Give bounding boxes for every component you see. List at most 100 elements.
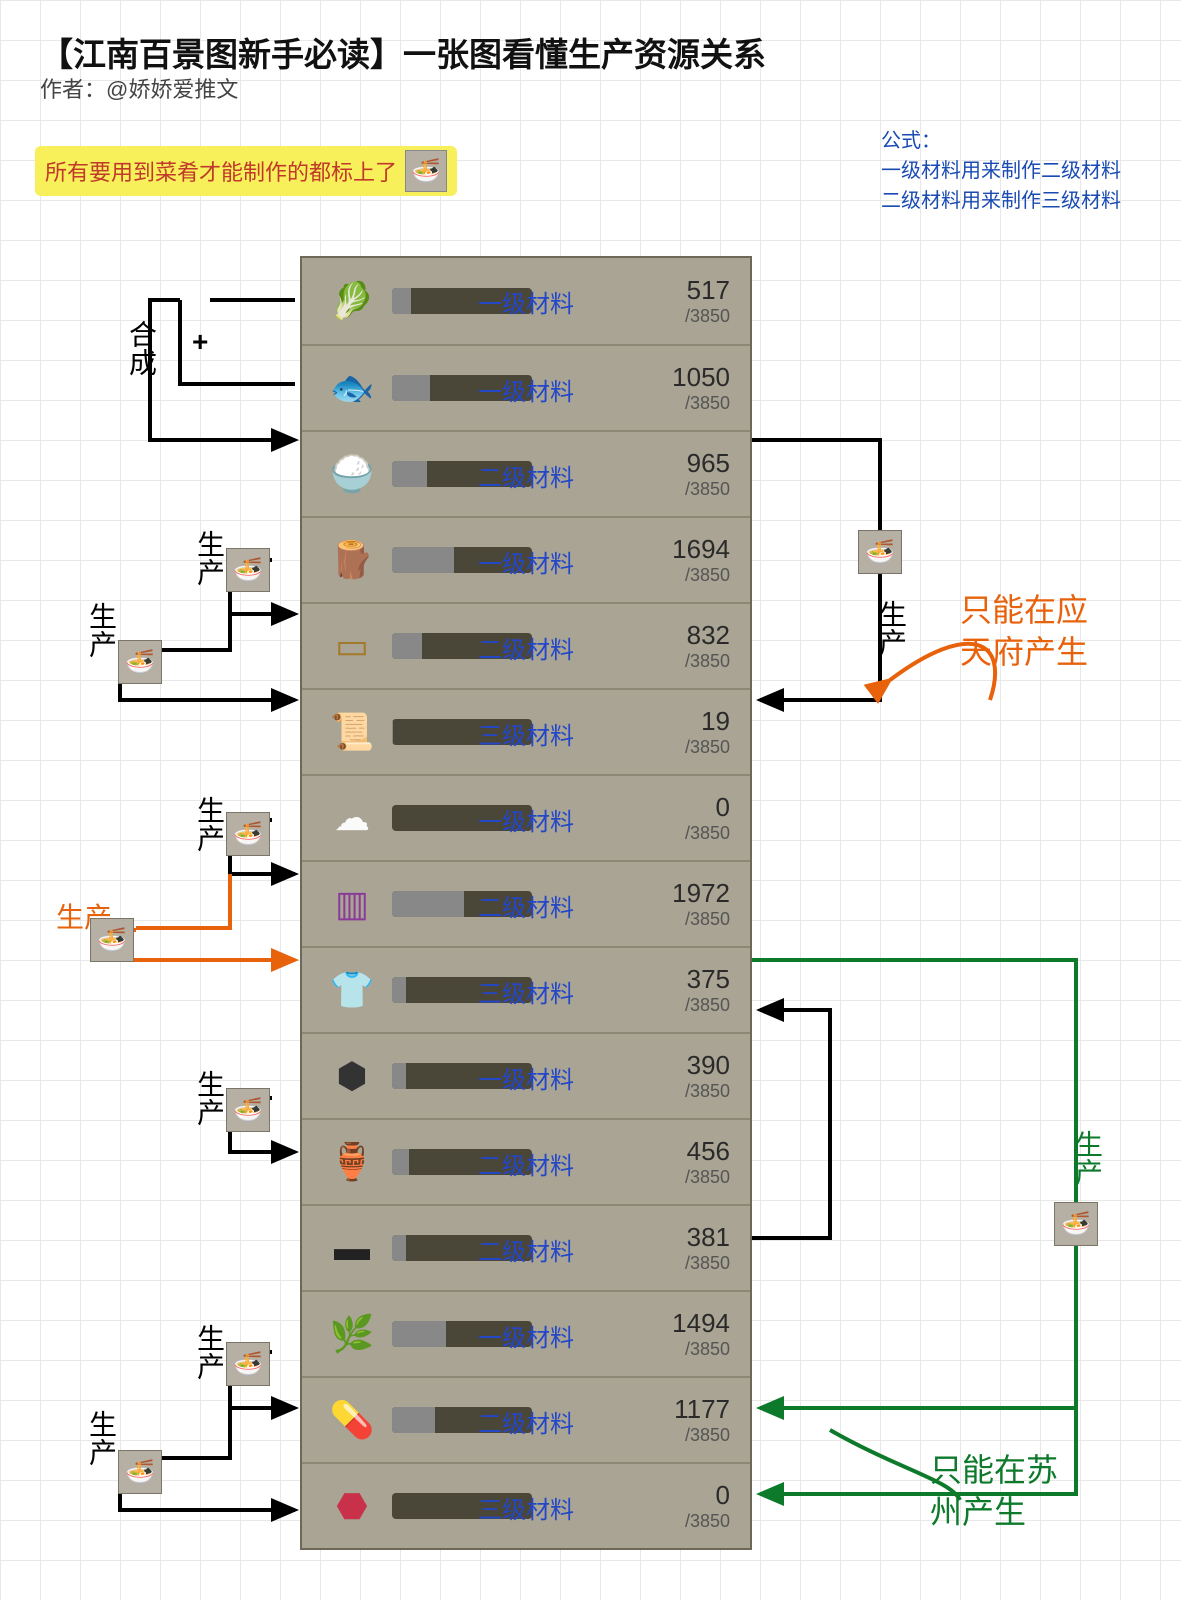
count-value: 19 xyxy=(685,706,730,737)
tier-label: 二级材料 xyxy=(478,1146,574,1181)
count-max: /3850 xyxy=(672,909,730,930)
annotation-combine: 合成 xyxy=(120,320,160,376)
count-block: 965/3850 xyxy=(685,448,736,500)
tier-label: 一级材料 xyxy=(478,372,574,407)
count-max: /3850 xyxy=(685,1511,730,1532)
medicine-icon: 💊 xyxy=(316,1392,388,1448)
tier-label: 二级材料 xyxy=(478,458,574,493)
author-line: 作者：@娇娇爱推文 xyxy=(40,72,238,104)
count-block: 381/3850 xyxy=(685,1222,736,1274)
count-max: /3850 xyxy=(685,479,730,500)
count-max: /3850 xyxy=(685,651,730,672)
tier-label: 一级材料 xyxy=(478,802,574,837)
annotation-produce: 生产 xyxy=(188,796,228,852)
annotation-produce: 生产 xyxy=(80,602,120,658)
vegetable-icon: 🥬 xyxy=(316,273,388,329)
count-value: 1177 xyxy=(674,1394,730,1425)
dish-icon: 🍜 xyxy=(226,1088,270,1132)
plank-icon: ▭ xyxy=(316,618,388,674)
formula-line-1: 一级材料用来制作二级材料 xyxy=(881,156,1121,186)
robe-icon: 👕 xyxy=(316,962,388,1018)
tier-label: 一级材料 xyxy=(478,544,574,579)
count-value: 390 xyxy=(685,1050,730,1081)
dish-icon: 🍜 xyxy=(226,1342,270,1386)
tier-label: 一级材料 xyxy=(478,284,574,319)
count-value: 1494 xyxy=(672,1308,730,1339)
tier-label: 二级材料 xyxy=(478,888,574,923)
annotation-produce: 生产 xyxy=(188,530,228,586)
count-max: /3850 xyxy=(685,306,730,327)
highlight-note: 所有要用到菜肴才能制作的都标上了 🍜 xyxy=(35,146,457,196)
formula-box: 公式： 一级材料用来制作二级材料 二级材料用来制作三级材料 xyxy=(881,126,1121,216)
highlight-text: 所有要用到菜肴才能制作的都标上了 xyxy=(45,155,397,187)
clay-pot-icon: 🏺 xyxy=(316,1134,388,1190)
formula-line-2: 二级材料用来制作三级材料 xyxy=(881,186,1121,216)
resource-row: ⬢ 一级材料 390/3850 xyxy=(302,1032,750,1118)
resource-row: 🌿一级材料1494/3850 xyxy=(302,1290,750,1376)
annotation-produce: 生产 xyxy=(1066,1130,1106,1186)
dish-icon: 🍜 xyxy=(90,918,134,962)
count-value: 1050 xyxy=(672,362,730,393)
herb-icon: 🌿 xyxy=(316,1306,388,1362)
count-max: /3850 xyxy=(685,823,730,844)
resource-row: ▥ 二级材料 1972/3850 xyxy=(302,860,750,946)
resource-row: 🍚 二级材料 965/3850 xyxy=(302,430,750,516)
charcoal-icon: ▬ xyxy=(316,1220,388,1276)
count-max: /3850 xyxy=(685,1253,730,1274)
count-block: 0/3850 xyxy=(685,1480,736,1532)
count-block: 456/3850 xyxy=(685,1136,736,1188)
tier-label: 二级材料 xyxy=(478,1232,574,1267)
dish-icon: 🍜 xyxy=(226,548,270,592)
count-value: 0 xyxy=(685,792,730,823)
count-block: 1177/3850 xyxy=(674,1394,736,1446)
count-value: 456 xyxy=(685,1136,730,1167)
resource-row: ▬ 二级材料 381/3850 xyxy=(302,1204,750,1290)
annotation-produce: 生产 xyxy=(870,600,910,656)
resource-row: ☁一级材料0/3850 xyxy=(302,774,750,860)
resource-row: ▭ 二级材料 832/3850 xyxy=(302,602,750,688)
count-block: 19/3850 xyxy=(685,706,736,758)
count-max: /3850 xyxy=(674,1425,730,1446)
count-block: 1050/3850 xyxy=(672,362,736,414)
note-yingtian: 只能在应天府产生 xyxy=(960,590,1110,673)
count-max: /3850 xyxy=(672,1339,730,1360)
annotation-produce: 生产 xyxy=(188,1070,228,1126)
count-block: 1972/3850 xyxy=(672,878,736,930)
ore-icon: ⬢ xyxy=(316,1048,388,1104)
pill-icon: ⬣ xyxy=(316,1478,388,1534)
tier-label: 二级材料 xyxy=(478,1404,574,1439)
count-block: 517/3850 xyxy=(685,275,736,327)
count-max: /3850 xyxy=(672,565,730,586)
dish-icon: 🍜 xyxy=(118,640,162,684)
log-icon: 🪵 xyxy=(316,532,388,588)
count-value: 965 xyxy=(685,448,730,479)
count-block: 1494/3850 xyxy=(672,1308,736,1360)
count-value: 1694 xyxy=(672,534,730,565)
tier-label: 三级材料 xyxy=(478,1490,574,1525)
count-block: 0/3850 xyxy=(685,792,736,844)
count-value: 517 xyxy=(685,275,730,306)
count-value: 0 xyxy=(685,1480,730,1511)
dish-icon: 🍜 xyxy=(858,530,902,574)
dish-icon: 🍜 xyxy=(226,812,270,856)
count-value: 381 xyxy=(685,1222,730,1253)
resource-row: 👕 三级材料 375/3850 xyxy=(302,946,750,1032)
tier-label: 一级材料 xyxy=(478,1060,574,1095)
tier-label: 二级材料 xyxy=(478,630,574,665)
resource-panel: 🥬一级材料517/3850🐟一级材料1050/3850🍚二级材料965/3850… xyxy=(300,256,752,1550)
rice-bowl-icon: 🍚 xyxy=(316,446,388,502)
resource-row: ⬣ 三级材料 0/3850 xyxy=(302,1462,750,1548)
cloth-icon: ▥ xyxy=(316,876,388,932)
count-block: 390/3850 xyxy=(685,1050,736,1102)
resource-row: 💊 二级材料 1177/3850 xyxy=(302,1376,750,1462)
tier-label: 三级材料 xyxy=(478,974,574,1009)
resource-row: 📜三级材料19/3850 xyxy=(302,688,750,774)
count-block: 832/3850 xyxy=(685,620,736,672)
resource-row: 🪵 一级材料 1694/3850 xyxy=(302,516,750,602)
count-block: 1694/3850 xyxy=(672,534,736,586)
count-block: 375/3850 xyxy=(685,964,736,1016)
count-max: /3850 xyxy=(672,393,730,414)
dish-icon: 🍜 xyxy=(118,1450,162,1494)
count-value: 1972 xyxy=(672,878,730,909)
dish-icon: 🍜 xyxy=(405,150,447,192)
